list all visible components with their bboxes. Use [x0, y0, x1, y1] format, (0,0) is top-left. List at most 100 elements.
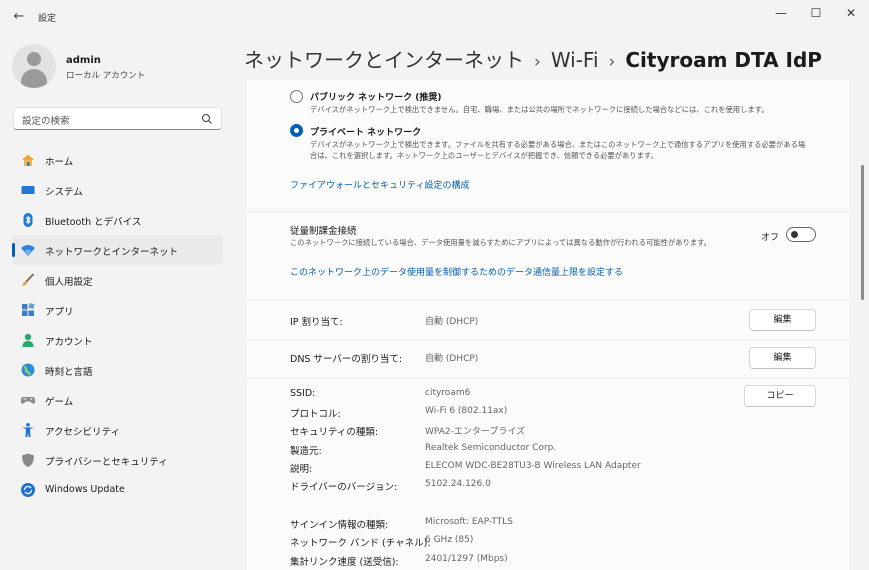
- close-button[interactable]: ✕: [834, 2, 868, 24]
- property-value: Microsoft: EAP-TTLS: [425, 517, 513, 527]
- property-label: ネットワーク バンド (チャネル):: [290, 538, 431, 549]
- property-value: 5102.24.126.0: [425, 479, 491, 489]
- search-input[interactable]: 設定の検索: [13, 107, 222, 130]
- sidebar-item-label: システム: [45, 187, 83, 198]
- sidebar-item-gaming[interactable]: ゲーム: [12, 385, 223, 415]
- title-bar: ← 設定 — ☐ ✕: [0, 0, 869, 34]
- property-value: cityroam6: [425, 388, 471, 398]
- sidebar-nav: ホーム システム Bluetooth とデバイス ネットワークとインターネット …: [12, 145, 223, 505]
- avatar: [12, 44, 56, 88]
- shield-icon: [22, 453, 34, 467]
- dns-assignment-value: 自動 (DHCP): [425, 354, 479, 364]
- sidebar-item-label: アカウント: [45, 337, 93, 348]
- property-label: 説明:: [290, 464, 313, 475]
- private-network-desc-line2: 合は、これを選択します。ネットワーク上のユーザーとデバイスが把握でき、信頼できる…: [310, 151, 658, 160]
- metered-toggle-label: オフ: [761, 233, 780, 243]
- minimize-button[interactable]: —: [764, 2, 798, 24]
- sidebar-item-personalization[interactable]: 個人用設定: [12, 265, 223, 295]
- breadcrumb-separator: ›: [608, 52, 616, 72]
- home-icon: [22, 154, 34, 166]
- user-name: admin: [66, 55, 101, 66]
- property-label: ドライバーのバージョン:: [290, 482, 398, 493]
- sidebar-item-accounts[interactable]: アカウント: [12, 325, 223, 355]
- property-value: ELECOM WDC-BE28TU3-B Wireless LAN Adapte…: [425, 461, 641, 471]
- public-network-radio[interactable]: [290, 90, 303, 103]
- metered-connection-toggle[interactable]: [786, 227, 816, 242]
- sidebar-item-label: Windows Update: [45, 484, 125, 495]
- public-network-desc: デバイスがネットワーク上で検出できません。自宅、職場、または公共の場所でネットワ…: [310, 105, 769, 114]
- property-value: WPA2-エンタープライズ: [425, 427, 526, 437]
- sidebar-item-windows-update[interactable]: Windows Update: [12, 475, 223, 505]
- property-label: 製造元:: [290, 446, 322, 457]
- property-label: プロトコル:: [290, 409, 341, 420]
- search-icon: [201, 113, 212, 124]
- ip-assignment-label: IP 割り当て:: [290, 317, 343, 328]
- sidebar-item-label: 個人用設定: [45, 277, 93, 288]
- breadcrumb-separator: ›: [534, 52, 541, 72]
- sidebar-item-label: アクセシビリティ: [45, 427, 120, 438]
- metered-connection-card: 従量制課金接続 このネットワークに接続している場合、データ使用量を減らすためにア…: [247, 213, 849, 299]
- account-icon: [22, 333, 34, 347]
- update-icon: [21, 483, 35, 497]
- app-title: 設定: [38, 14, 57, 24]
- account-type: ローカル アカウント: [66, 71, 146, 81]
- accessibility-icon: [22, 423, 34, 437]
- brush-icon: [22, 273, 35, 286]
- sidebar-item-label: 時刻と言語: [45, 367, 93, 378]
- breadcrumb: ネットワークとインターネット › Wi-Fi › Cityroam DTA IdP: [244, 44, 822, 73]
- dns-assignment-card: DNS サーバーの割り当て: 自動 (DHCP) 編集: [247, 341, 849, 377]
- property-value: 2401/1297 (Mbps): [425, 554, 508, 564]
- sidebar-item-label: Bluetooth とデバイス: [45, 217, 142, 228]
- sidebar-item-time-language[interactable]: 時刻と言語: [12, 355, 223, 385]
- sidebar-item-home[interactable]: ホーム: [12, 145, 223, 175]
- property-label: SSID:: [290, 388, 316, 399]
- sidebar-item-label: プライバシーとセキュリティ: [45, 457, 168, 468]
- breadcrumb-network[interactable]: ネットワークとインターネット: [244, 48, 524, 72]
- user-profile[interactable]: admin ローカル アカウント: [12, 44, 232, 90]
- sidebar-item-network[interactable]: ネットワークとインターネット: [12, 235, 223, 265]
- sidebar-item-label: ゲーム: [45, 397, 74, 408]
- dns-assignment-label: DNS サーバーの割り当て:: [290, 354, 403, 365]
- public-network-title: パブリック ネットワーク (推奨): [310, 93, 442, 103]
- sidebar-item-accessibility[interactable]: アクセシビリティ: [12, 415, 223, 445]
- sidebar-item-apps[interactable]: アプリ: [12, 295, 223, 325]
- metered-connection-desc: このネットワークに接続している場合、データ使用量を減らすためにアプリによっては異…: [290, 238, 712, 247]
- metered-connection-title: 従量制課金接続: [290, 226, 357, 237]
- data-limit-link[interactable]: このネットワーク上のデータ使用量を制御するためのデータ通信量上限を設定する: [290, 265, 623, 278]
- property-value: Realtek Semiconductor Corp.: [425, 443, 557, 453]
- private-network-desc-line1: デバイスがネットワーク上で検出できます。ファイルを共有する必要がある場合、または…: [310, 140, 806, 149]
- maximize-button[interactable]: ☐: [799, 2, 833, 24]
- property-label: セキュリティの種類:: [290, 427, 379, 438]
- private-network-title: プライベート ネットワーク: [310, 128, 422, 138]
- property-label: サインイン情報の種類:: [290, 520, 389, 531]
- edit-dns-button[interactable]: 編集: [749, 347, 816, 369]
- system-icon: [21, 186, 35, 194]
- search-placeholder: 設定の検索: [22, 116, 70, 127]
- sidebar-item-privacy[interactable]: プライバシーとセキュリティ: [12, 445, 223, 475]
- bluetooth-icon: [23, 213, 33, 227]
- gamepad-icon: [20, 397, 36, 404]
- page-title: Cityroam DTA IdP: [625, 48, 822, 72]
- sidebar-item-label: ホーム: [45, 157, 74, 168]
- property-value: Wi-Fi 6 (802.11ax): [425, 406, 508, 416]
- apps-icon: [22, 302, 35, 316]
- sidebar-item-label: アプリ: [45, 307, 74, 318]
- properties-card: コピー SSID: cityroam6 プロトコル: Wi-Fi 6 (802.…: [247, 379, 849, 570]
- property-label: 集計リンク速度 (送受信):: [290, 557, 399, 568]
- ip-assignment-value: 自動 (DHCP): [425, 317, 479, 327]
- firewall-settings-link[interactable]: ファイアウォールとセキュリティ設定の構成: [290, 178, 469, 191]
- private-network-radio[interactable]: [290, 124, 303, 137]
- back-arrow-icon[interactable]: ←: [10, 8, 28, 26]
- sidebar-item-bluetooth[interactable]: Bluetooth とデバイス: [12, 205, 223, 235]
- property-value: 6 GHz (85): [425, 535, 474, 545]
- ip-assignment-card: IP 割り当て: 自動 (DHCP) 編集: [247, 301, 849, 339]
- copy-button[interactable]: コピー: [744, 385, 816, 407]
- sidebar-item-label: ネットワークとインターネット: [45, 247, 179, 258]
- breadcrumb-wifi[interactable]: Wi-Fi: [551, 48, 599, 72]
- wifi-icon: [21, 245, 35, 256]
- sidebar-item-system[interactable]: システム: [12, 175, 223, 205]
- edit-ip-button[interactable]: 編集: [749, 309, 816, 331]
- network-profile-card: パブリック ネットワーク (推奨) デバイスがネットワーク上で検出できません。自…: [247, 80, 849, 210]
- scrollbar[interactable]: [861, 165, 864, 300]
- globe-icon: [21, 363, 35, 377]
